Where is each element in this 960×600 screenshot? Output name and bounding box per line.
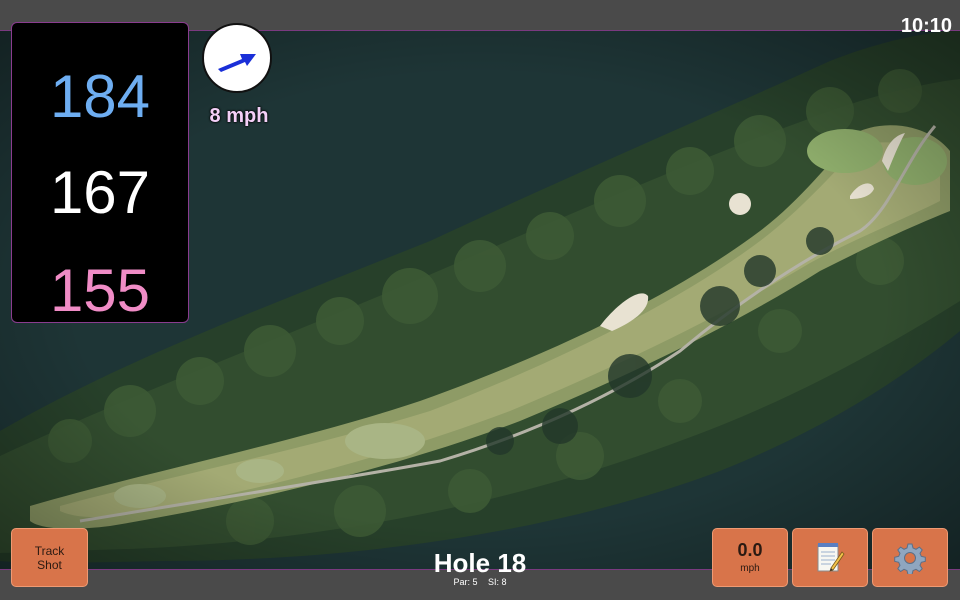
hole-meta: Par: 5 SI: 8: [380, 577, 580, 587]
distance-panel: 184 167 155: [11, 22, 189, 323]
distance-front: 155: [49, 257, 151, 324]
hole-si: SI: 8: [488, 577, 507, 587]
clock: 10:10: [900, 15, 952, 37]
hole-par: Par: 5: [453, 577, 478, 587]
speed-button[interactable]: 0.0 mph: [712, 528, 788, 587]
wind-direction-arrow-icon: [218, 54, 256, 72]
track-shot-button[interactable]: Track Shot: [11, 528, 88, 587]
wind-speed: 8 mph: [209, 105, 269, 127]
notepad-icon: [817, 542, 845, 572]
speed-unit: mph: [740, 562, 760, 574]
wind-indicator: [202, 23, 272, 93]
distance-back: 184: [49, 63, 151, 130]
track-shot-label-line2: Shot: [37, 557, 62, 572]
settings-button[interactable]: [872, 528, 948, 587]
track-shot-label-line1: Track: [34, 543, 65, 558]
hole-title: Hole 18: [433, 548, 527, 578]
notes-button[interactable]: [792, 528, 868, 587]
speed-value: 0.0: [737, 539, 763, 560]
gear-icon: [894, 543, 926, 574]
distance-center: 167: [49, 159, 151, 226]
